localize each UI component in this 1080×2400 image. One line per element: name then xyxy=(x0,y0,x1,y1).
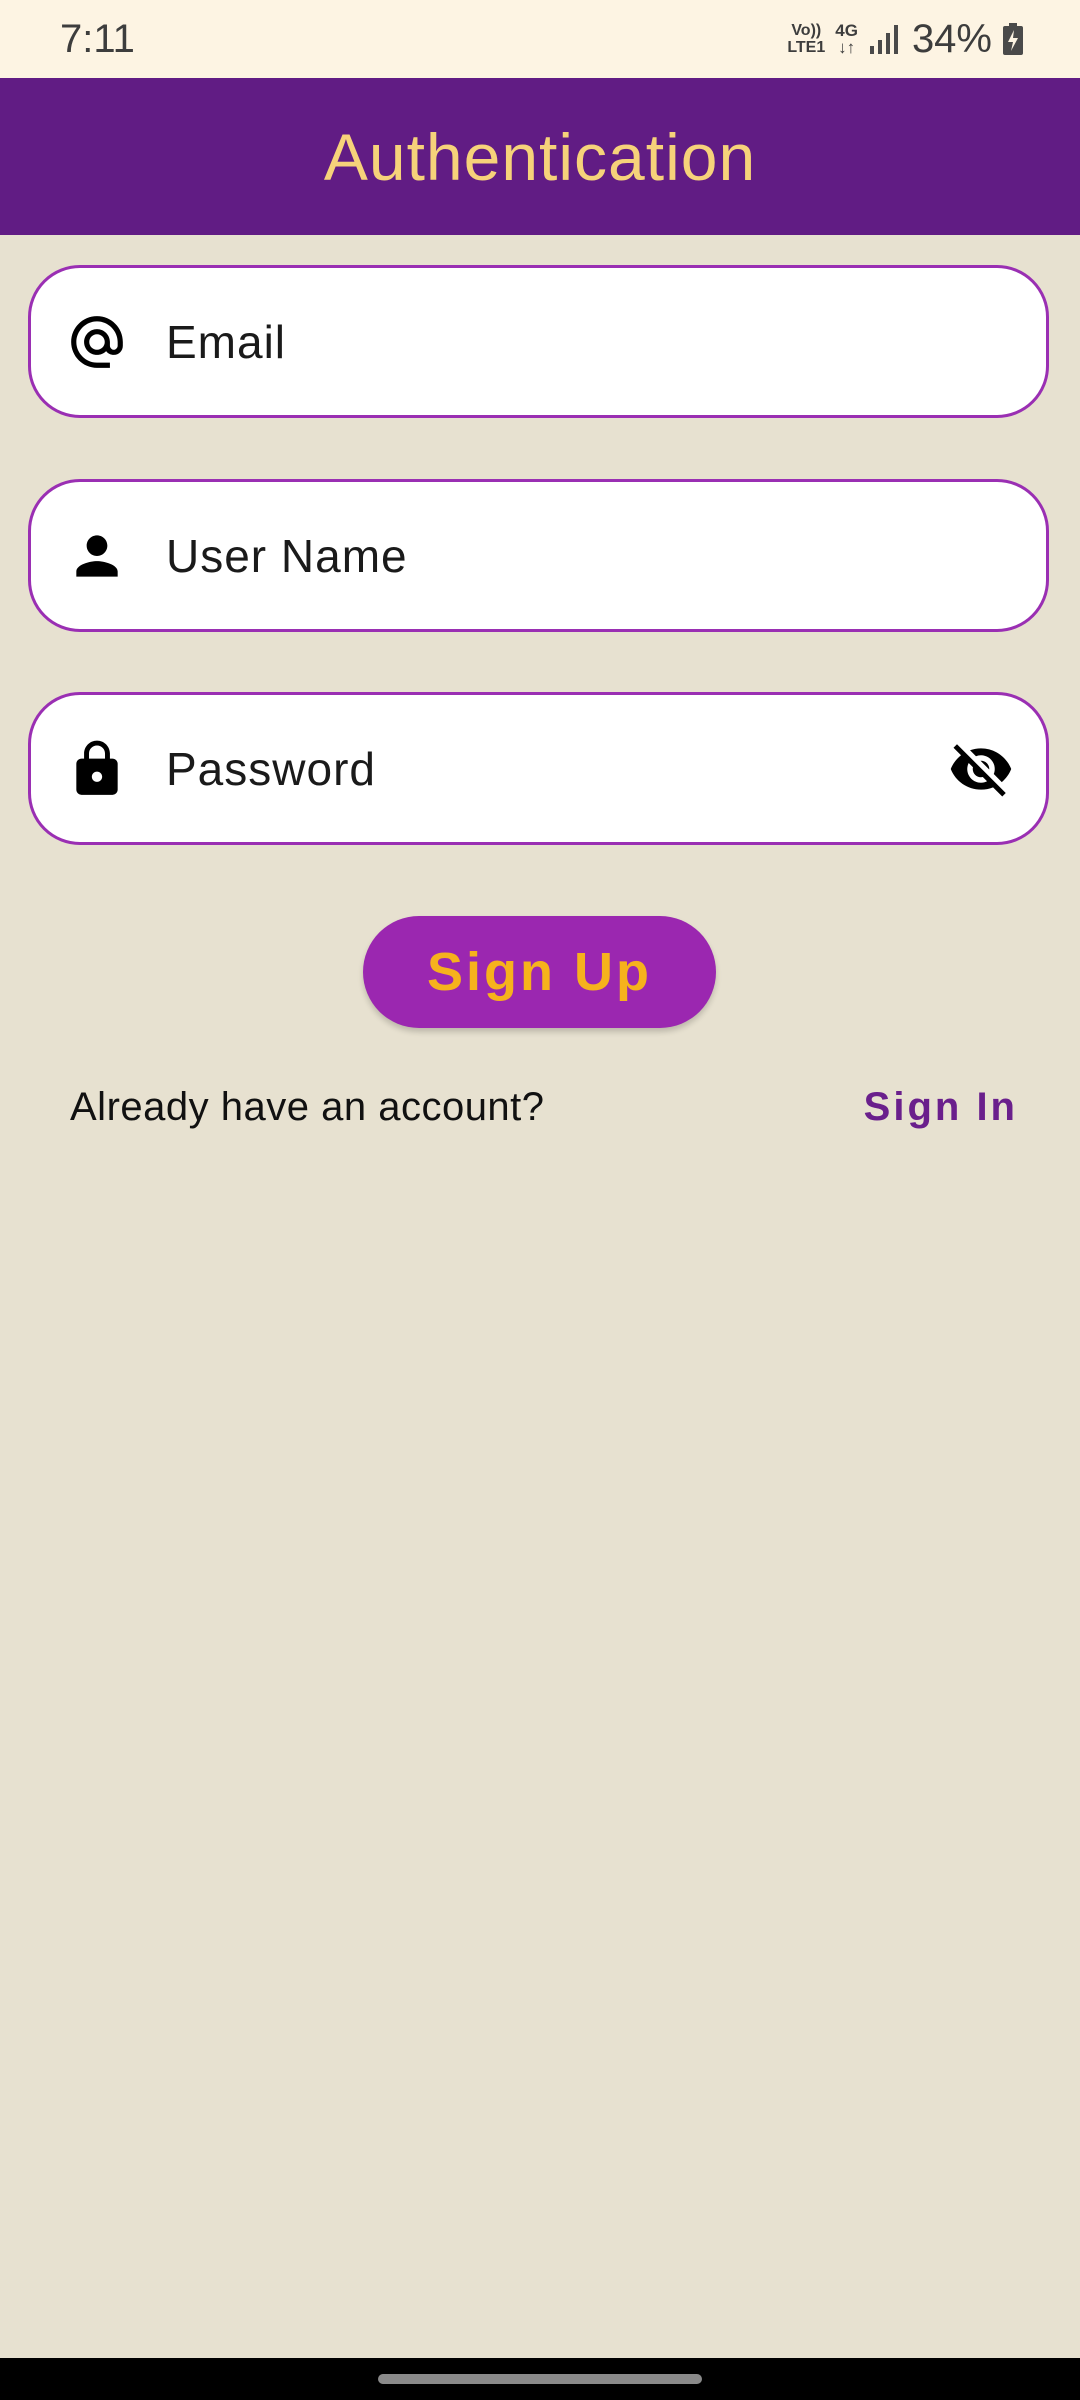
email-placeholder: Email xyxy=(166,315,287,368)
status-icons: Vo)) LTE1 4G ↓↑ 34% xyxy=(787,14,1024,64)
status-time: 7:11 xyxy=(60,17,135,61)
network-arrows: ↓↑ xyxy=(838,38,856,57)
battery-charging-icon xyxy=(1003,23,1023,55)
password-field[interactable]: Password xyxy=(28,692,1049,845)
home-gesture-handle[interactable] xyxy=(378,2374,702,2384)
visibility-off-icon[interactable] xyxy=(948,736,1014,802)
email-field[interactable]: Email xyxy=(28,265,1049,418)
navigation-bar xyxy=(0,2358,1080,2400)
volte-indicator: Vo)) LTE1 xyxy=(787,22,825,56)
at-sign-icon xyxy=(71,315,123,368)
app-bar: Authentication xyxy=(0,78,1080,235)
battery-percent: 34% xyxy=(911,17,992,61)
network-type: 4G xyxy=(835,21,858,40)
page-title: Authentication xyxy=(323,119,757,194)
person-icon xyxy=(76,534,118,577)
volte-bottom: LTE1 xyxy=(787,39,826,56)
password-placeholder: Password xyxy=(166,742,376,795)
network-indicator: 4G ↓↑ xyxy=(835,22,858,56)
sign-up-button[interactable]: Sign Up xyxy=(363,916,716,1028)
status-bar: 7:11 Vo)) LTE1 4G ↓↑ 34% xyxy=(0,0,1080,78)
signal-icon xyxy=(869,25,898,54)
username-field[interactable]: User Name xyxy=(28,479,1049,632)
volte-top: Vo)) xyxy=(791,22,822,39)
sign-in-link[interactable]: Sign In xyxy=(864,1082,1018,1132)
username-placeholder: User Name xyxy=(166,529,408,582)
already-have-account-text: Already have an account? xyxy=(70,1085,545,1129)
lock-icon xyxy=(76,740,118,795)
